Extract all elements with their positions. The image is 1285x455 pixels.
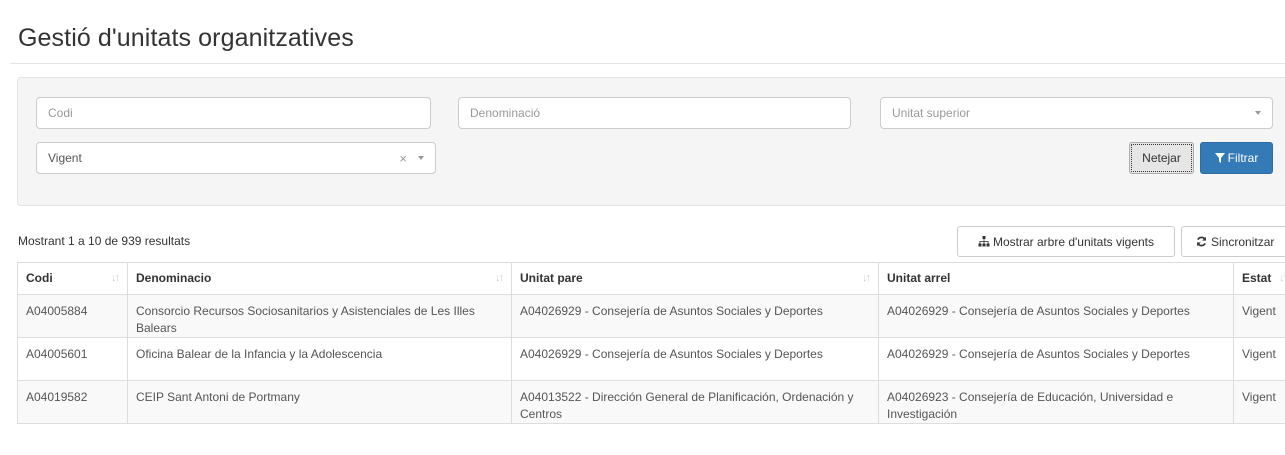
codi-placeholder: Codi xyxy=(48,106,73,120)
cell-estat: Vigent xyxy=(1233,337,1285,381)
column-header-unitat-pare[interactable]: Unitat pare ↓↑ xyxy=(511,262,879,295)
cell-denominacio: Consorcio Recursos Sociosanitarios y Asi… xyxy=(127,294,512,338)
estat-select[interactable]: Vigent × xyxy=(36,142,436,174)
table-row[interactable]: A04005601 Oficina Balear de la Infancia … xyxy=(17,337,1285,381)
sort-icon: ↓↑ xyxy=(1279,272,1285,284)
filtrar-button[interactable]: Filtrar xyxy=(1200,142,1273,174)
cell-estat: Vigent xyxy=(1233,380,1285,424)
column-header-denominacio[interactable]: Denominacio ↓↑ xyxy=(127,262,512,295)
column-header-unitat-arrel[interactable]: Unitat arrel xyxy=(878,262,1234,295)
denominacio-placeholder: Denominació xyxy=(470,106,541,120)
cell-unitat-pare: A04026929 - Consejería de Asuntos Social… xyxy=(511,294,879,338)
cell-unitat-pare: A04013522 - Dirección General de Planifi… xyxy=(511,380,879,424)
cell-unitat-arrel: A04026929 - Consejería de Asuntos Social… xyxy=(878,337,1234,381)
clear-icon[interactable]: × xyxy=(399,151,407,166)
sort-icon: ↓↑ xyxy=(862,272,871,284)
estat-selected-value: Vigent xyxy=(48,151,82,165)
column-header-label: Denominacio xyxy=(136,271,212,285)
units-table: Codi ↓↑ Denominacio ↓↑ Unitat pare ↓↑ Unita… xyxy=(17,262,1285,424)
column-header-estat[interactable]: Estat ↓↑ xyxy=(1233,262,1285,295)
sincronitzar-label: Sincronitzar xyxy=(1211,234,1275,249)
sitemap-icon xyxy=(978,236,990,247)
column-header-label: Unitat pare xyxy=(520,271,583,285)
mostrar-arbre-label: Mostrar arbre d'unitats vigents xyxy=(992,234,1155,249)
unitat-superior-select[interactable]: Unitat superior xyxy=(880,97,1273,129)
caret-down-icon xyxy=(418,156,424,160)
netejar-label: Netejar xyxy=(1142,151,1181,165)
filtrar-label: Filtrar xyxy=(1227,151,1259,165)
column-header-label: Unitat arrel xyxy=(887,271,951,285)
cell-denominacio: CEIP Sant Antoni de Portmany xyxy=(127,380,512,424)
sort-icon: ↓↑ xyxy=(495,272,504,284)
cell-unitat-pare: A04026929 - Consejería de Asuntos Social… xyxy=(511,337,879,381)
results-count: Mostrant 1 a 10 de 939 resultats xyxy=(18,234,191,248)
codi-input[interactable]: Codi xyxy=(36,97,431,129)
table-header-row: Codi ↓↑ Denominacio ↓↑ Unitat pare ↓↑ Unita… xyxy=(17,262,1285,295)
unitat-superior-placeholder: Unitat superior xyxy=(892,106,971,120)
cell-estat: Vigent xyxy=(1233,294,1285,338)
column-header-label: Codi xyxy=(26,271,53,285)
sort-icon: ↓↑ xyxy=(111,272,120,284)
cell-denominacio: Oficina Balear de la Infancia y la Adole… xyxy=(127,337,512,381)
cell-unitat-arrel: A04026929 - Consejería de Asuntos Social… xyxy=(878,294,1234,338)
cell-codi: A04005884 xyxy=(17,294,128,338)
caret-down-icon xyxy=(1255,111,1261,115)
cell-unitat-arrel: A04026923 - Consejería de Educación, Uni… xyxy=(878,380,1234,424)
refresh-icon xyxy=(1197,236,1206,247)
cell-codi: A04005601 xyxy=(17,337,128,381)
filter-icon xyxy=(1214,153,1225,163)
sincronitzar-button[interactable]: Sincronitzar xyxy=(1181,226,1285,257)
cell-codi: A04019582 xyxy=(17,380,128,424)
table-row[interactable]: A04005884 Consorcio Recursos Sociosanita… xyxy=(17,294,1285,338)
mostrar-arbre-button[interactable]: Mostrar arbre d'unitats vigents xyxy=(957,226,1175,257)
title-divider xyxy=(10,63,1285,64)
page-title: Gestió d'unitats organitzatives xyxy=(18,24,354,52)
column-header-codi[interactable]: Codi ↓↑ xyxy=(17,262,128,295)
column-header-label: Estat xyxy=(1242,271,1272,285)
netejar-button[interactable]: Netejar xyxy=(1129,142,1194,174)
table-row[interactable]: A04019582 CEIP Sant Antoni de Portmany A… xyxy=(17,380,1285,424)
denominacio-input[interactable]: Denominació xyxy=(458,97,851,129)
filter-panel: Codi Denominació Unitat superior Vigent … xyxy=(17,77,1285,206)
